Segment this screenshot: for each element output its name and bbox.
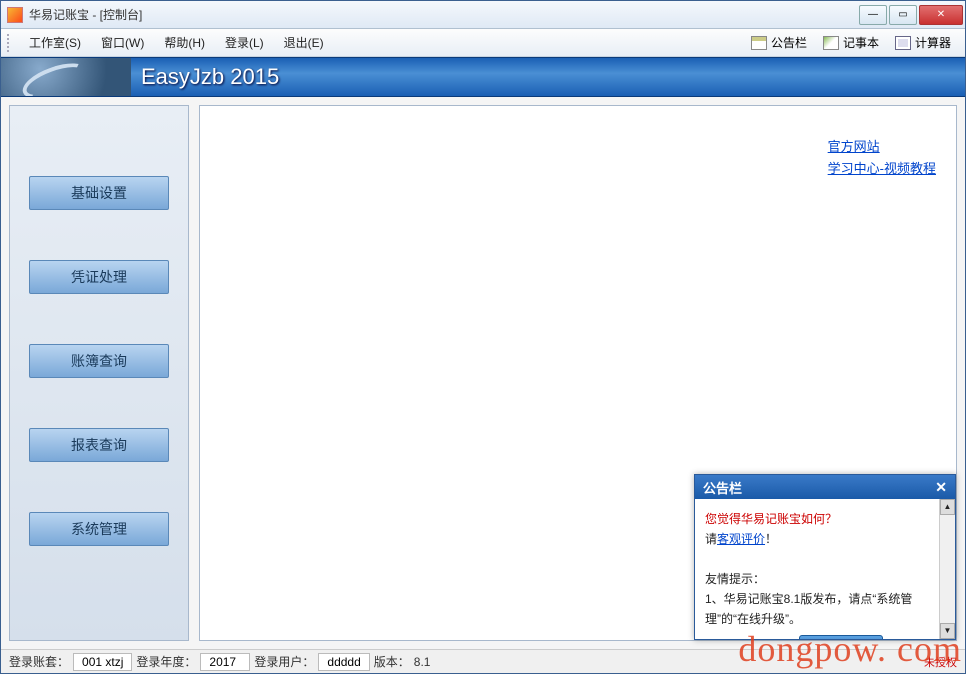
bulletin-title: 公告栏 bbox=[703, 478, 742, 497]
status-version-value: 8.1 bbox=[414, 655, 474, 669]
app-icon bbox=[7, 7, 23, 23]
tool-board[interactable]: 公告栏 bbox=[743, 32, 815, 53]
menu-window[interactable]: 窗口(W) bbox=[91, 30, 154, 55]
menu-login[interactable]: 登录(L) bbox=[215, 30, 274, 55]
status-version-label: 版本： bbox=[374, 653, 410, 670]
menubar: 工作室(S) 窗口(W) 帮助(H) 登录(L) 退出(E) 公告栏 记事本 计… bbox=[1, 29, 965, 57]
bulletin-tip2: 2、欢迎购买用户 加入QQ 群 bbox=[705, 635, 945, 639]
close-button[interactable]: ✕ bbox=[919, 5, 963, 25]
menu-help[interactable]: 帮助(H) bbox=[154, 30, 215, 55]
status-account-value: 001 xtzj bbox=[73, 653, 132, 671]
bulletin-header[interactable]: 公告栏 ✕ bbox=[695, 475, 955, 499]
window-buttons: — ▭ ✕ bbox=[857, 5, 963, 25]
status-auth: 未授权 bbox=[924, 654, 957, 670]
bulletin-tip1: 1、华易记账宝8.1版发布，请点“系统管理”的“在线升级”。 bbox=[705, 589, 945, 629]
app-logo bbox=[1, 57, 131, 97]
bulletin-eval-line: 请客观评价！ bbox=[705, 529, 945, 549]
app-title: EasyJzb 2015 bbox=[141, 64, 279, 90]
statusbar: 登录账套： 001 xtzj 登录年度： 2017 登录用户： ddddd 版本… bbox=[1, 649, 965, 673]
menu-exit[interactable]: 退出(E) bbox=[274, 30, 334, 55]
nav-ledger[interactable]: 账簿查询 bbox=[29, 344, 169, 378]
tool-board-label: 公告栏 bbox=[771, 34, 807, 51]
maximize-button[interactable]: ▭ bbox=[889, 5, 917, 25]
scroll-up-icon[interactable]: ▲ bbox=[940, 499, 955, 515]
status-year-value: 2017 bbox=[200, 653, 250, 671]
quick-links: 官方网站 学习中心-视频教程 bbox=[828, 136, 936, 180]
nav-basic-settings[interactable]: 基础设置 bbox=[29, 176, 169, 210]
link-learning-center[interactable]: 学习中心-视频教程 bbox=[828, 161, 936, 176]
tool-notepad[interactable]: 记事本 bbox=[815, 32, 887, 53]
link-official-site[interactable]: 官方网站 bbox=[828, 139, 880, 154]
window-title: 华易记账宝 - [控制台] bbox=[29, 6, 857, 23]
calculator-icon bbox=[895, 36, 911, 50]
tool-calculator[interactable]: 计算器 bbox=[887, 32, 959, 53]
app-header: EasyJzb 2015 bbox=[1, 57, 965, 97]
status-user-label: 登录用户： bbox=[254, 653, 314, 670]
menu-workspace[interactable]: 工作室(S) bbox=[19, 30, 91, 55]
tool-calculator-label: 计算器 bbox=[915, 34, 951, 51]
bulletin-close-icon[interactable]: ✕ bbox=[935, 479, 947, 496]
notepad-icon bbox=[823, 36, 839, 50]
board-icon bbox=[751, 36, 767, 50]
nav-report[interactable]: 报表查询 bbox=[29, 428, 169, 462]
status-user-value: ddddd bbox=[318, 653, 369, 671]
bulletin-body: 您觉得华易记账宝如何？ 请客观评价！ 友情提示： 1、华易记账宝8.1版发布，请… bbox=[695, 499, 955, 639]
bulletin-eval-link[interactable]: 客观评价 bbox=[717, 532, 765, 546]
status-account-label: 登录账套： bbox=[9, 653, 69, 670]
minimize-button[interactable]: — bbox=[859, 5, 887, 25]
scroll-down-icon[interactable]: ▼ bbox=[940, 623, 955, 639]
bulletin-question: 您觉得华易记账宝如何？ bbox=[705, 509, 945, 529]
status-year-label: 登录年度： bbox=[136, 653, 196, 670]
menu-grip bbox=[7, 34, 13, 52]
bulletin-scrollbar[interactable]: ▲ ▼ bbox=[939, 499, 955, 639]
titlebar: 华易记账宝 - [控制台] — ▭ ✕ bbox=[1, 1, 965, 29]
tool-notepad-label: 记事本 bbox=[843, 34, 879, 51]
sidebar: 基础设置 凭证处理 账簿查询 报表查询 系统管理 bbox=[9, 105, 189, 641]
qq-group-button[interactable]: 加入QQ 群 bbox=[799, 635, 883, 639]
nav-voucher[interactable]: 凭证处理 bbox=[29, 260, 169, 294]
bulletin-panel: 公告栏 ✕ 您觉得华易记账宝如何？ 请客观评价！ 友情提示： 1、华易记账宝8.… bbox=[694, 474, 956, 640]
nav-system[interactable]: 系统管理 bbox=[29, 512, 169, 546]
bulletin-tip-head: 友情提示： bbox=[705, 569, 945, 589]
